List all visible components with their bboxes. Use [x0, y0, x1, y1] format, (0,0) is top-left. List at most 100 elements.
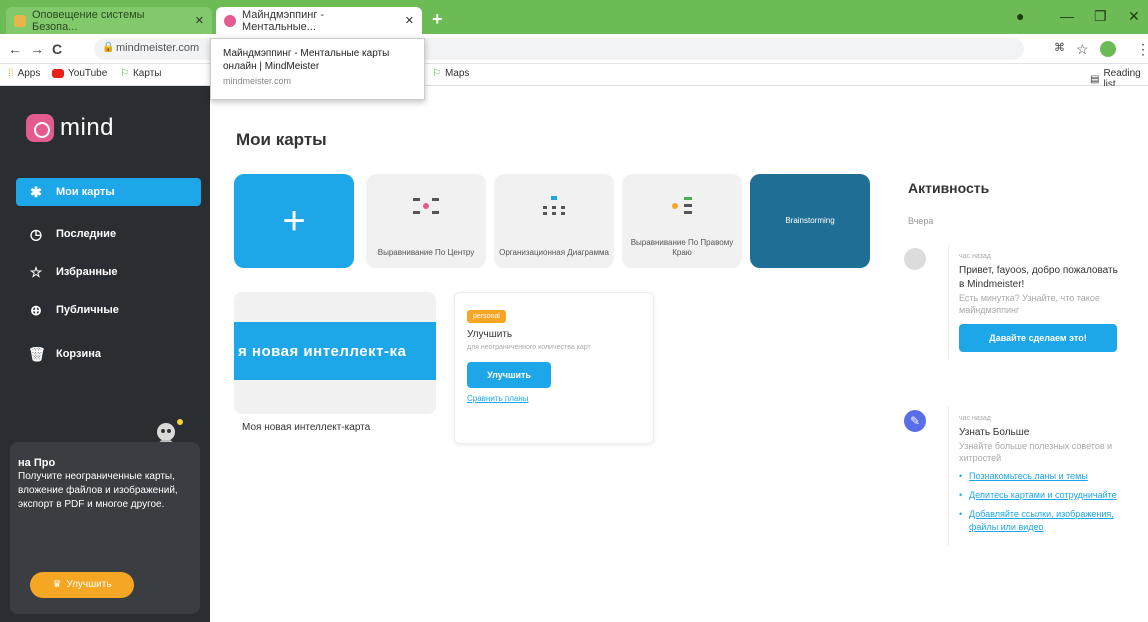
activity-subtext: Есть минутка? Узнайте, что такое майндмэ… — [959, 293, 1100, 315]
activity-date: Вчера — [908, 216, 934, 226]
tooltip-url: mindmeister.com — [223, 76, 292, 86]
bookmark-label: Maps — [444, 68, 470, 79]
browser-menu-icon[interactable]: ⋮ — [1136, 41, 1148, 58]
profile-avatar-icon[interactable] — [1100, 41, 1116, 57]
trash-icon: 🗑 — [28, 345, 46, 362]
reload-icon[interactable]: C — [52, 41, 62, 57]
browser-tab-mindmeister[interactable]: Майндмэппинг - Ментальные... ✕ — [216, 7, 422, 34]
center-layout-thumbnail-icon — [413, 198, 439, 214]
close-tab-icon[interactable]: ✕ — [195, 14, 204, 27]
map-title[interactable]: Моя новая интеллект-карта — [242, 422, 370, 433]
upgrade-card-title: Улучшить — [467, 329, 513, 340]
bookmarks-bar: ⁞⁞ Apps YouTube ⚐ Карты ⚐ Maps ▤ Reading… — [0, 64, 1148, 90]
map-thumbnail[interactable]: я новая интеллект-ка — [234, 292, 436, 414]
lock-icon: 🔒 — [102, 42, 115, 53]
address-bar-row: ← → C 🔒 mindmeister.com ⌘ ☆ ⋮ — [0, 34, 1148, 64]
tip-link[interactable]: Делитесь картами и сотрудничайте — [959, 489, 1124, 502]
star-icon: ☆ — [29, 263, 43, 280]
tip-link[interactable]: Познакомьтесь ланы и темы — [959, 470, 1124, 483]
upgrade-button[interactable]: Улучшить — [467, 362, 551, 388]
template-label: Выравнивание По Центру — [377, 248, 475, 257]
compare-plans-link[interactable]: Сравнить планы — [467, 394, 641, 403]
back-arrow-icon[interactable]: ← — [8, 41, 22, 57]
translate-icon[interactable]: ⌘ — [1054, 41, 1065, 54]
mindmeister-logo[interactable]: mind — [26, 114, 114, 142]
crown-icon: ♛ — [52, 579, 62, 590]
sidebar-item-trash[interactable]: 🗑 Корзина — [16, 340, 201, 368]
plan-badge: personal — [467, 310, 506, 323]
bookmark-maps-ru[interactable]: ⚐ Карты — [120, 68, 161, 79]
sidebar-item-public[interactable]: ⊕ Публичные — [16, 296, 201, 324]
template-card-right[interactable]: Выравнивание По Правому Краю — [622, 174, 742, 268]
sidebar-item-recent[interactable]: ◷ Последние — [16, 220, 201, 248]
forward-arrow-icon[interactable]: → — [30, 41, 44, 57]
promo-button-label: Улучшить — [66, 579, 112, 590]
promo-text: Получите неограниченные карты, вложение … — [18, 471, 178, 510]
template-label: Выравнивание По Правому Краю — [630, 238, 734, 257]
activity-time: час назад — [959, 253, 991, 260]
activity-text: Привет, fayoos, добро пожаловать в Mindm… — [959, 265, 1118, 290]
create-new-map-card[interactable]: + — [234, 174, 354, 268]
bookmark-apps[interactable]: ⁞⁞ Apps — [8, 68, 40, 79]
sidebar-item-label: Последние — [56, 228, 117, 240]
bookmark-star-icon[interactable]: ☆ — [1076, 41, 1089, 58]
sidebar-item-my-maps[interactable]: ✱ Мои карты — [16, 178, 201, 206]
bookmark-label: Карты — [132, 68, 162, 79]
sidebar-item-label: Мои карты — [56, 186, 115, 198]
bookmark-maps[interactable]: ⚐ Maps — [432, 68, 469, 79]
activity-time: час назад — [959, 415, 991, 422]
paperclip-icon: ✎ — [904, 410, 926, 432]
bookmark-youtube[interactable]: YouTube — [52, 68, 107, 79]
template-label: Организационная Диаграмма — [499, 248, 609, 257]
promo-upgrade-button[interactable]: ♛ Улучшить — [30, 572, 134, 598]
activity-content: час назад Привет, fayoos, добро пожалова… — [948, 244, 1134, 358]
template-card-brainstorming[interactable]: Brainstorming — [750, 174, 870, 268]
logo-text: mind — [60, 114, 115, 141]
tab-title: Майндмэппинг - Ментальные... — [242, 8, 325, 33]
lets-do-it-button[interactable]: Давайте сделаем это! — [959, 324, 1117, 352]
tooltip-title: Майндмэппинг - Ментальные карты онлайн |… — [223, 48, 390, 72]
template-card-center[interactable]: Выравнивание По Центру — [366, 174, 486, 268]
tab-title: Оповещение системы Безопа... — [32, 8, 145, 33]
restore-window-icon[interactable]: ❐ — [1094, 8, 1107, 25]
tips-list: Познакомьтесь ланы и темы Делитесь карта… — [959, 470, 1124, 534]
youtube-icon — [52, 69, 64, 78]
new-tab-plus-icon[interactable]: + — [432, 9, 443, 30]
sidebar-item-label: Публичные — [56, 304, 119, 316]
reading-list-icon: ▤ — [1090, 73, 1100, 85]
url-text: mindmeister.com — [116, 42, 200, 54]
close-window-icon[interactable]: ✕ — [1128, 8, 1140, 25]
profile-circle-icon[interactable]: ● — [1016, 8, 1024, 24]
close-tab-icon[interactable]: ✕ — [405, 14, 414, 27]
map-thumbnail-text: я новая интеллект-ка — [234, 322, 436, 380]
upgrade-card: personal Улучшить для неограниченного ко… — [454, 292, 654, 444]
main-content: Мои карты + Выравнивание По Центру Орган… — [210, 86, 890, 622]
globe-icon: ⊕ — [30, 301, 42, 318]
template-card-org-chart[interactable]: Организационная Диаграмма — [494, 174, 614, 268]
activity-content: час назад Узнать Больше Узнайте больше п… — [948, 406, 1134, 546]
apps-grid-icon: ⁞⁞ — [8, 68, 14, 79]
template-label: Brainstorming — [785, 216, 835, 225]
activity-text: Узнать Больше — [959, 427, 1030, 438]
sidebar-item-label: Избранные — [56, 266, 118, 278]
bookmark-label: Apps — [17, 68, 41, 79]
tab-hover-tooltip: Майндмэппинг - Ментальные карты онлайн |… — [210, 38, 425, 100]
tab-favicon-icon — [14, 14, 26, 27]
promo-title: на Про — [18, 457, 56, 469]
sidebar-item-favorites[interactable]: ☆ Избранные — [16, 258, 201, 286]
minimize-window-icon[interactable]: — — [1060, 8, 1074, 24]
mindmap-icon: ✱ — [30, 183, 42, 200]
mindmeister-favicon-icon — [224, 14, 236, 27]
page-title: Мои карты — [236, 130, 327, 149]
upgrade-card-description: для неограниченного количества карт — [467, 344, 591, 351]
sidebar: mind ✱ Мои карты ◷ Последние ☆ Избранные… — [0, 86, 210, 622]
tip-link[interactable]: Добавляйте ссылки, изображения, файлы ил… — [959, 508, 1124, 534]
maps-pin-icon: ⚐ — [432, 68, 441, 79]
clock-icon: ◷ — [29, 225, 43, 242]
browser-tab-strip: Оповещение системы Безопа... ✕ Майндмэпп… — [0, 0, 1148, 34]
browser-tab-security[interactable]: Оповещение системы Безопа... ✕ — [6, 7, 212, 34]
activity-subtext: Узнайте больше полезных советов и хитрос… — [959, 441, 1113, 463]
logo-mark-icon — [26, 114, 54, 142]
org-chart-thumbnail-icon — [543, 196, 565, 215]
upgrade-promo-panel: на Про Получите неограниченные карты, вл… — [10, 442, 200, 614]
